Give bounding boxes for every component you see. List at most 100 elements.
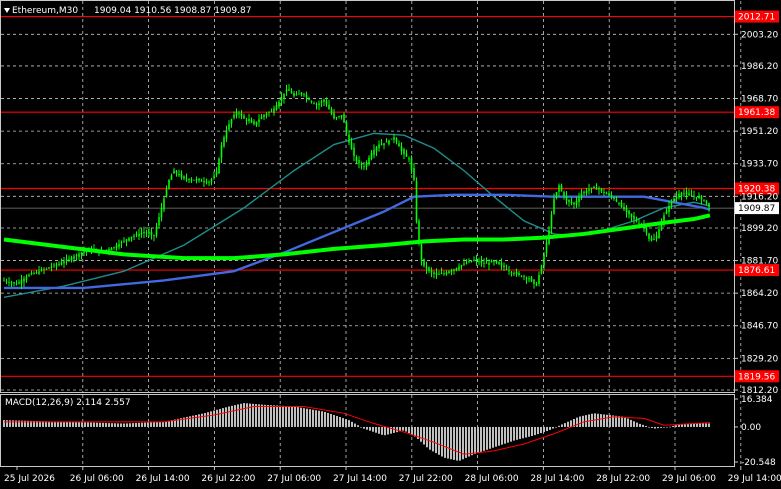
macd-histogram-bar xyxy=(231,405,233,427)
candle-body xyxy=(618,203,620,205)
candle-body xyxy=(518,272,520,275)
candle-body xyxy=(270,111,273,113)
candle-body xyxy=(295,94,298,96)
candle-body xyxy=(635,219,638,222)
candle-body xyxy=(648,233,650,239)
macd-histogram-bar xyxy=(606,414,608,427)
macd-histogram-bar xyxy=(318,410,320,427)
candle-body xyxy=(5,281,8,283)
candle-body xyxy=(338,116,340,117)
candle-body xyxy=(220,145,223,158)
candle-body xyxy=(45,268,48,270)
time-tick-label: 29 Jul 06:00 xyxy=(662,474,716,484)
candle-body xyxy=(303,94,305,96)
candle-body xyxy=(590,187,593,189)
candle-body xyxy=(360,163,363,166)
macd-histogram-bar xyxy=(384,426,386,436)
candle-body xyxy=(310,101,313,102)
macd-histogram-bar xyxy=(477,426,479,453)
chart-canvas: 2012.711961.381920.381876.611819.561909.… xyxy=(0,0,781,484)
macd-histogram-bar xyxy=(501,426,503,445)
macd-histogram-bar xyxy=(129,423,131,427)
candle-body xyxy=(3,280,5,282)
candle-body xyxy=(555,192,558,198)
macd-histogram-bar xyxy=(675,425,677,427)
candle-body xyxy=(480,260,483,263)
candle-body xyxy=(653,238,655,240)
candle-body xyxy=(315,104,318,106)
price-tick-label: 1951.20 xyxy=(741,127,778,137)
candle-body xyxy=(488,262,490,265)
macd-histogram-bar xyxy=(552,426,554,429)
candle-body xyxy=(135,234,138,236)
candle-body xyxy=(173,170,175,174)
time-tick-label: 26 Jul 22:00 xyxy=(201,474,255,484)
macd-histogram-bar xyxy=(138,422,140,427)
candle-body xyxy=(243,115,245,119)
macd-histogram-bar xyxy=(363,426,365,429)
candle-body xyxy=(503,265,505,268)
candle-body xyxy=(273,108,275,114)
candle-body xyxy=(350,141,353,150)
macd-histogram-bar xyxy=(510,426,512,442)
candle-body xyxy=(368,157,370,164)
candle-body xyxy=(308,98,310,100)
macd-histogram-bar xyxy=(162,421,164,427)
candle-body xyxy=(500,262,503,266)
time-tick-label: 26 Jul 14:00 xyxy=(136,474,190,484)
candle-body xyxy=(683,193,685,195)
macd-histogram-bar xyxy=(165,421,167,427)
candle-body xyxy=(700,196,703,200)
candle-body xyxy=(575,200,578,205)
candle-body xyxy=(440,273,443,274)
candle-body xyxy=(523,276,525,278)
price-tick-label: 1864.20 xyxy=(741,289,778,299)
candle-body xyxy=(290,91,293,94)
candle-body xyxy=(685,192,688,195)
candle-body xyxy=(438,274,440,275)
macd-histogram-bar xyxy=(627,418,629,427)
macd-histogram-bar xyxy=(216,409,218,427)
macd-histogram-bar xyxy=(423,426,425,445)
macd-histogram-bar xyxy=(516,426,518,440)
candle-body xyxy=(600,188,603,192)
candle-body xyxy=(235,111,238,116)
macd-histogram-bar xyxy=(483,426,485,451)
candle-body xyxy=(118,243,120,248)
candle-body xyxy=(550,214,553,229)
candle-body xyxy=(8,282,10,283)
macd-histogram-bar xyxy=(402,426,404,431)
candle-body xyxy=(105,249,108,251)
candle-body xyxy=(205,181,208,183)
macd-histogram-bar xyxy=(528,426,530,437)
macd-histogram-bar xyxy=(522,426,524,439)
candle-body xyxy=(453,269,455,271)
candle-body xyxy=(73,256,75,259)
macd-histogram-bar xyxy=(57,421,59,427)
candle-body xyxy=(80,252,83,255)
candle-body xyxy=(223,137,225,147)
macd-histogram-bar xyxy=(111,423,113,427)
candle-body xyxy=(570,201,573,203)
candle-body xyxy=(538,274,540,284)
macd-histogram-bar xyxy=(135,423,137,427)
candle-body xyxy=(525,277,528,279)
candle-body xyxy=(558,185,560,192)
candle-body xyxy=(175,171,178,173)
candle-body xyxy=(130,236,133,239)
macd-histogram-bar xyxy=(381,426,383,435)
candle-body xyxy=(75,255,78,256)
macd-histogram-bar xyxy=(204,413,206,427)
dropdown-triangle-icon[interactable] xyxy=(4,8,10,13)
candle-body xyxy=(253,121,255,125)
candle-body xyxy=(465,262,468,264)
candle-body xyxy=(630,213,633,217)
candle-body xyxy=(598,187,600,190)
candle-body xyxy=(250,119,253,123)
time-tick-label: 28 Jul 22:00 xyxy=(596,474,650,484)
candle-body xyxy=(293,92,295,97)
candle-body xyxy=(530,277,533,282)
macd-histogram-bar xyxy=(669,426,671,428)
macd-histogram-bar xyxy=(699,423,701,427)
price-level-label: 1876.61 xyxy=(738,266,775,276)
